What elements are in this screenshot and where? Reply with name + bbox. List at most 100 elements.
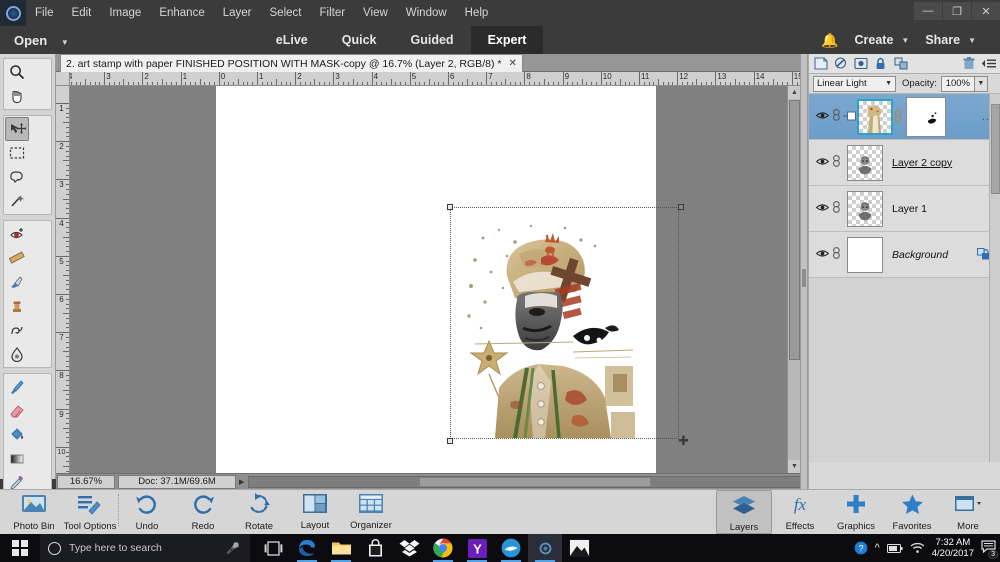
menu-file[interactable]: File [26, 0, 63, 26]
gradient-tool[interactable] [5, 447, 29, 471]
mode-tab-guided[interactable]: Guided [394, 26, 471, 54]
menu-filter[interactable]: Filter [310, 0, 354, 26]
menu-layer[interactable]: Layer [214, 0, 261, 26]
bottom-button-layout[interactable]: Layout [287, 490, 343, 532]
zoom-level-field[interactable]: 16.67% [57, 474, 115, 489]
horizontal-ruler[interactable]: 43210123456789101112131415 [70, 72, 800, 86]
menu-window[interactable]: Window [397, 0, 456, 26]
layers-vertical-scrollbar[interactable] [989, 94, 1000, 462]
layer-row-layer-2-copy[interactable]: Layer 2 copy [809, 140, 1000, 186]
bottom-button-redo[interactable]: Redo [175, 490, 231, 532]
opacity-input[interactable]: 100% [940, 75, 975, 92]
layer-thumbnail[interactable] [847, 144, 883, 181]
scroll-thumb[interactable] [789, 100, 800, 360]
layer-link-icon[interactable] [829, 155, 843, 170]
share-chevron-down-icon[interactable]: ▼ [968, 36, 976, 45]
layer-link-icon[interactable] [829, 109, 843, 124]
spot-healing-brush-tool[interactable] [5, 270, 29, 294]
layer-mask-icon[interactable] [853, 56, 868, 71]
rectangular-marquee-tool[interactable] [5, 141, 29, 165]
action-center-icon[interactable]: 3 [981, 540, 998, 559]
straighten-tool[interactable] [5, 246, 29, 270]
bottom-button-photo-bin[interactable]: Photo Bin [6, 490, 62, 532]
mode-tab-quick[interactable]: Quick [325, 26, 394, 54]
canvas-vertical-scrollbar[interactable]: ▲ ▼ [787, 86, 800, 473]
link-layers-icon[interactable] [893, 56, 908, 71]
restore-button[interactable]: ❐ [943, 2, 971, 20]
wifi-icon[interactable] [910, 542, 925, 554]
layer-name[interactable]: Layer 1 [892, 203, 927, 215]
panel-button-effects[interactable]: fx Effects [772, 490, 828, 534]
microphone-icon[interactable]: 🎤 [226, 542, 240, 555]
layer-visibility-eye-icon[interactable] [815, 157, 829, 169]
taskbar-task-view-icon[interactable] [256, 534, 290, 562]
menu-edit[interactable]: Edit [63, 0, 101, 26]
battery-icon[interactable] [886, 543, 903, 553]
taskbar-photoshop-elements-icon[interactable] [528, 534, 562, 562]
canvas-area[interactable]: ✚ ▲ ▼ [70, 86, 800, 473]
mask-link-icon[interactable] [893, 108, 903, 125]
show-hidden-icons-icon[interactable]: ^ [875, 542, 880, 554]
move-tool[interactable] [5, 117, 29, 141]
menu-enhance[interactable]: Enhance [150, 0, 213, 26]
windows-start-icon[interactable] [0, 534, 40, 562]
panel-menu-icon[interactable] [981, 56, 996, 71]
layer-thumbnail[interactable] [847, 236, 883, 273]
search-input[interactable]: Type here to search 🎤 [40, 534, 250, 562]
taskbar-yahoo-icon[interactable]: Y [460, 534, 494, 562]
layers-scroll-thumb[interactable] [991, 104, 1000, 194]
blur-tool[interactable] [5, 342, 29, 366]
zoom-tool[interactable] [5, 60, 29, 84]
layer-link-icon[interactable] [829, 247, 843, 262]
clone-stamp-tool[interactable] [5, 294, 29, 318]
share-button[interactable]: Share [925, 33, 960, 47]
layer-row-background[interactable]: Background [809, 232, 1000, 278]
taskbar-microsoft-store-icon[interactable] [358, 534, 392, 562]
lasso-tool[interactable] [5, 165, 29, 189]
panel-divider[interactable] [800, 54, 808, 489]
layer-row-selected[interactable]: ... [809, 94, 1000, 140]
vertical-ruler[interactable]: 1234567891011 [56, 86, 70, 473]
layer-name[interactable]: Background [892, 249, 948, 261]
layer-thumbnail[interactable] [857, 98, 893, 135]
bottom-button-undo[interactable]: Undo [119, 490, 175, 532]
create-chevron-down-icon[interactable]: ▼ [901, 36, 909, 45]
open-button[interactable]: Open ▼ [0, 33, 69, 48]
taskbar-google-chrome-icon[interactable] [426, 534, 460, 562]
menu-view[interactable]: View [354, 0, 397, 26]
lock-layer-icon[interactable] [873, 56, 888, 71]
adjustment-layer-icon[interactable] [833, 56, 848, 71]
canvas-horizontal-scrollbar[interactable] [248, 475, 806, 488]
bottom-button-rotate[interactable]: Rotate [231, 490, 287, 532]
menu-select[interactable]: Select [261, 0, 311, 26]
notification-bell-icon[interactable]: 🔔 [821, 32, 838, 49]
chevron-down-icon[interactable]: ▼ [61, 38, 69, 47]
layer-mask-thumbnail[interactable] [906, 96, 946, 137]
panel-button-graphics[interactable]: Graphics [828, 490, 884, 534]
paint-bucket-tool[interactable] [5, 423, 29, 447]
eraser-tool[interactable] [5, 399, 29, 423]
red-eye-removal-tool[interactable] [5, 222, 29, 246]
layer-visibility-eye-icon[interactable] [815, 203, 829, 215]
mode-tab-elive[interactable]: eLive [259, 26, 325, 54]
menu-help[interactable]: Help [456, 0, 498, 26]
delete-layer-icon[interactable] [961, 56, 976, 71]
menu-image[interactable]: Image [100, 0, 150, 26]
status-expand-arrow-icon[interactable]: ▶ [239, 478, 244, 486]
handle-top-right[interactable] [678, 204, 684, 210]
taskbar-photo-viewer-icon[interactable] [562, 534, 596, 562]
ruler-corner[interactable] [56, 72, 70, 86]
minimize-button[interactable]: — [914, 2, 942, 20]
panel-collapse-grip[interactable] [802, 269, 806, 287]
hand-tool[interactable] [5, 84, 29, 108]
mode-tab-expert[interactable]: Expert [470, 26, 544, 54]
bottom-button-organizer[interactable]: Organizer [343, 490, 399, 532]
taskbar-microsoft-edge-icon[interactable] [290, 534, 324, 562]
layer-visibility-eye-icon[interactable] [815, 111, 829, 123]
layer-name[interactable]: Layer 2 copy [892, 157, 952, 169]
opacity-chevron-down-icon[interactable]: ▼ [974, 75, 988, 92]
taskbar-file-explorer-icon[interactable] [324, 534, 358, 562]
panel-button-favorites[interactable]: Favorites [884, 490, 940, 534]
bottom-button-tool-options[interactable]: Tool Options [62, 490, 118, 532]
taskbar-blue-circle-app-icon[interactable] [494, 534, 528, 562]
